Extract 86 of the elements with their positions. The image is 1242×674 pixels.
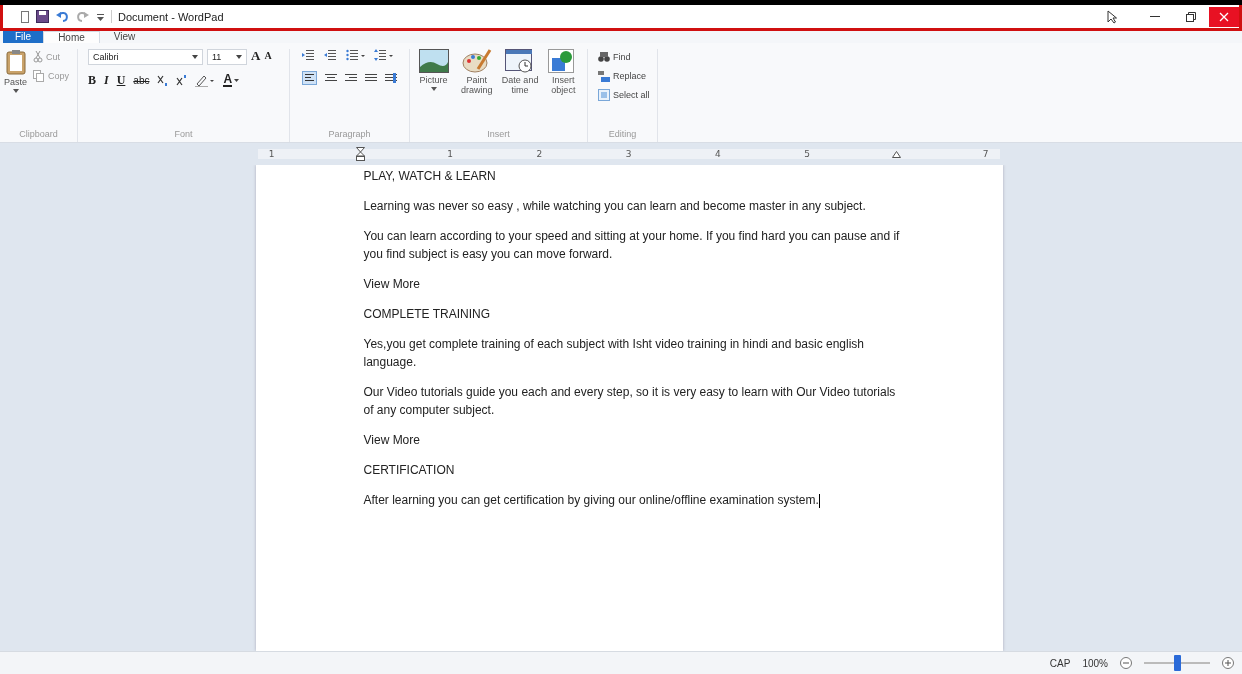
ruler-number: 4 — [714, 149, 721, 159]
indent-marker-icon[interactable] — [356, 147, 366, 161]
ruler-number: 3 — [625, 149, 632, 159]
group-label: Font — [173, 129, 194, 141]
dropdown-arrow-icon — [192, 55, 198, 59]
dropdown-arrow-icon — [236, 55, 242, 59]
align-center-icon[interactable] — [325, 72, 337, 84]
insert-object-button[interactable]: Insert object — [543, 49, 583, 95]
paragraph-text: Yes,you get complete training of each subject with Isht video training in hindi and basic english language. — [363, 336, 866, 371]
subscript-icon[interactable] — [157, 74, 169, 87]
undo-icon[interactable] — [56, 10, 69, 23]
align-right-icon[interactable] — [345, 72, 357, 84]
align-left-icon[interactable] — [302, 71, 317, 85]
window-title: Document - WordPad — [118, 10, 224, 23]
picture-icon — [418, 49, 449, 73]
paragraph-text: CERTIFICATION — [363, 462, 456, 479]
paragraph-text: Our Video tutorials guide you each and every step, so it is very easy to learn with Our Video tutorials of any computer subject. — [363, 384, 897, 419]
ribbon-tab[interactable]: View — [99, 31, 150, 43]
clipboard-icon — [5, 49, 26, 75]
right-indent-marker-icon[interactable] — [891, 150, 901, 158]
paragraph-text: View More — [363, 276, 421, 293]
font-color-button[interactable]: A — [223, 74, 240, 87]
selectall-button[interactable]: Select all — [598, 87, 653, 103]
binoculars-icon — [598, 51, 610, 63]
ruler-number: 2 — [536, 149, 543, 159]
paragraph-settings-icon[interactable] — [385, 72, 397, 84]
replace-button[interactable]: Replace — [598, 68, 653, 84]
strikethrough-button[interactable]: abc — [133, 74, 150, 87]
mouse-pointer-icon — [1107, 9, 1117, 24]
shrink-font-button[interactable]: A — [264, 49, 272, 62]
replace-icon — [598, 70, 610, 82]
document-page[interactable] — [255, 165, 1003, 651]
scissors-icon — [33, 51, 43, 63]
italic-button[interactable]: I — [104, 74, 109, 87]
select-all-icon — [598, 89, 610, 101]
close-button[interactable] — [1209, 6, 1239, 27]
grow-font-button[interactable]: A — [251, 49, 261, 62]
find-button[interactable]: Find — [598, 49, 653, 65]
paragraph-text: PLAY, WATCH & LEARN — [363, 168, 497, 185]
group-label: Paragraph — [327, 129, 372, 141]
palette-brush-icon — [461, 49, 492, 73]
paragraph-text: COMPLETE TRAINING — [363, 306, 491, 323]
font-size-field[interactable]: 11 — [207, 49, 247, 65]
dropdown-arrow-icon — [234, 79, 240, 82]
superscript-icon[interactable] — [176, 74, 188, 87]
ruler-number: 5 — [804, 149, 810, 159]
bold-button[interactable]: B — [88, 74, 96, 87]
paragraph-text: Learning was never so easy , while watching you can learn and become master in any subject. — [363, 198, 867, 215]
decrease-indent-icon[interactable] — [302, 49, 316, 62]
group-label: Editing — [607, 129, 638, 141]
dropdown-arrow-icon — [12, 89, 19, 93]
insert-picture-button[interactable]: Picture — [414, 49, 454, 91]
zoom-level: 100% — [1082, 657, 1108, 669]
ruler[interactable]: 1 1 2 3 4 5 7 — [257, 149, 1000, 159]
ruler-number: 1 — [447, 149, 453, 159]
copy-icon — [33, 70, 45, 82]
minimize-icon — [1150, 16, 1160, 17]
caps-lock-indicator: CAP — [1049, 657, 1071, 669]
zoom-in-icon[interactable] — [1222, 657, 1234, 669]
file-menu-tab[interactable]: File — [3, 31, 44, 43]
paste-button[interactable]: Paste — [4, 49, 27, 93]
close-icon — [1219, 11, 1229, 22]
underline-button[interactable]: U — [116, 74, 126, 87]
ruler-number: 7 — [982, 149, 989, 159]
dropdown-arrow-icon — [430, 87, 437, 91]
group-label: Clipboard — [18, 129, 59, 141]
paragraph-text: View More — [363, 432, 421, 449]
ruler-number: 1 — [268, 149, 275, 159]
save-icon[interactable] — [36, 10, 49, 23]
zoom-out-icon[interactable] — [1120, 657, 1132, 669]
justify-icon[interactable] — [365, 72, 377, 84]
highlighter-icon[interactable] — [195, 74, 216, 87]
group-label: Insert — [486, 129, 511, 141]
line-spacing-icon[interactable] — [374, 49, 394, 62]
customize-dropdown-icon[interactable] — [96, 11, 105, 22]
paragraph-text: After learning you can get certification by giving our online/offline examination system. — [363, 492, 821, 509]
restore-icon — [1186, 11, 1196, 22]
document-icon — [21, 10, 29, 23]
insert-paint-button[interactable]: Paint drawing — [457, 49, 497, 95]
font-name-field[interactable]: Calibri — [88, 49, 203, 65]
insert-datetime-button[interactable]: Date and time — [500, 49, 540, 95]
paragraph-text: You can learn according to your speed and sitting at your home. If you find hard you can pause and if you find subject is easy you can move forward. — [363, 228, 901, 263]
bullet-list-icon[interactable] — [346, 49, 366, 62]
zoom-slider-thumb[interactable] — [1174, 655, 1181, 671]
increase-indent-icon[interactable] — [324, 49, 338, 62]
ribbon-tab[interactable]: Home — [43, 31, 100, 43]
